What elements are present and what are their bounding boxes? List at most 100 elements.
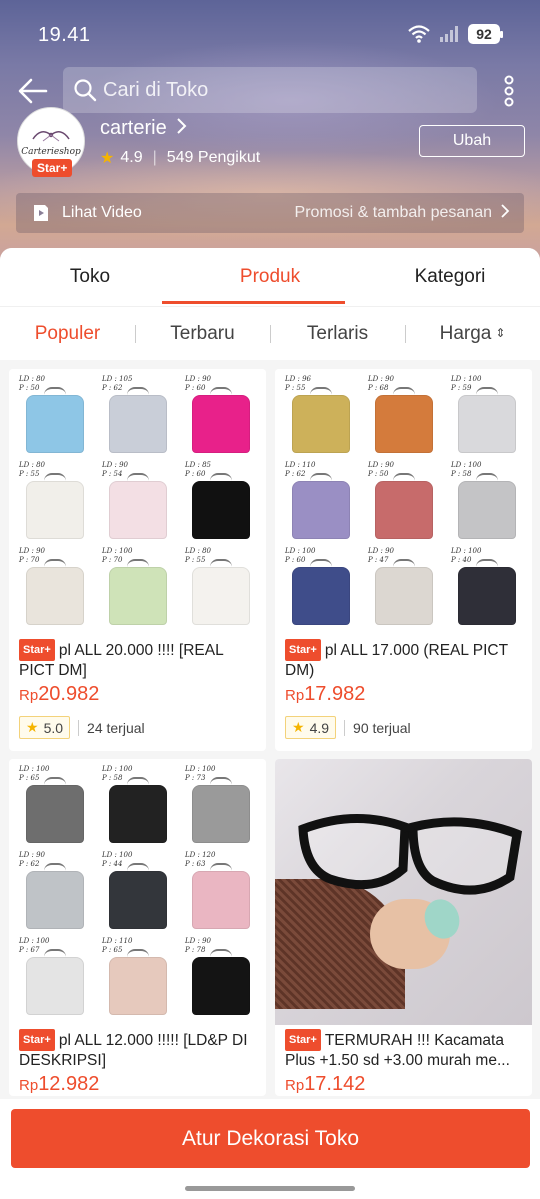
star-plus-badge: Star+ [285, 639, 321, 661]
garment [108, 481, 167, 539]
product-title: Star+ TERMURAH !!! Kacamata Plus +1.50 sd… [275, 1025, 532, 1069]
decorate-shop-button[interactable]: Atur Dekorasi Toko [11, 1109, 530, 1168]
hanger-icon [475, 387, 498, 395]
sort-terlaris[interactable]: Terlaris [270, 323, 405, 345]
meta-divider [344, 719, 346, 736]
hanger-icon [209, 949, 232, 957]
rating-star-icon: ★ [292, 719, 305, 735]
garment [191, 481, 250, 539]
garment [291, 481, 350, 539]
product-title: Star+ pl ALL 17.000 (REAL PICT DM) [275, 635, 532, 679]
status-icons: 92 [408, 24, 503, 44]
product-card[interactable]: LD : 96 P : 55 LD : 90 P : 68 LD : 100 P :… [275, 369, 532, 751]
hanger-icon [392, 473, 415, 481]
currency-label: Rp [285, 687, 305, 704]
product-meta: ★ 5.0 24 terjual [9, 706, 266, 751]
size-tag: LD : 85 P : 60 [185, 461, 211, 478]
hanger-icon [43, 777, 66, 785]
size-tag: LD : 90 P : 78 [185, 937, 211, 954]
product-card[interactable]: Star+ TERMURAH !!! Kacamata Plus +1.50 sd… [275, 759, 532, 1096]
back-arrow-icon[interactable] [16, 74, 50, 108]
clothing-thumbnail: LD : 100 P : 40 [445, 545, 528, 631]
product-price: Rp17.142 [275, 1069, 532, 1096]
clothing-thumbnail: LD : 80 P : 55 [179, 545, 262, 631]
shop-meta: ★ 4.9 | 549 Pengikut [100, 148, 260, 168]
battery-icon: 92 [468, 24, 503, 44]
size-tag: LD : 90 P : 68 [368, 375, 394, 392]
home-indicator[interactable] [185, 1186, 355, 1191]
tab-toko[interactable]: Toko [0, 248, 180, 306]
sort-populer[interactable]: Populer [0, 323, 135, 345]
star-plus-badge: Star+ [285, 1029, 321, 1051]
shop-logo-text: Carterieshop [21, 147, 81, 157]
hanger-icon [43, 949, 66, 957]
hanger-icon [126, 777, 149, 785]
garment [291, 395, 350, 453]
price-value: 20.982 [38, 683, 100, 705]
search-box[interactable] [63, 67, 477, 113]
garment [291, 567, 350, 625]
currency-label: Rp [285, 1077, 305, 1094]
garment [25, 567, 84, 625]
garment [108, 871, 167, 929]
garment [25, 871, 84, 929]
clothing-thumbnail: LD : 100 P : 65 [13, 763, 96, 849]
hanger-icon [126, 473, 149, 481]
garment [457, 481, 516, 539]
size-tag: LD : 80 P : 50 [19, 375, 45, 392]
search-input[interactable] [103, 78, 463, 102]
price-value: 17.142 [304, 1073, 366, 1095]
edit-shop-button[interactable]: Ubah [419, 125, 525, 157]
garment [108, 785, 167, 843]
video-icon [32, 204, 50, 222]
clothing-collage: LD : 100 P : 65 LD : 100 P : 58 LD : 100 P… [9, 759, 266, 1025]
glasses-icon [298, 813, 523, 895]
star-plus-badge: Star+ [19, 639, 55, 661]
garment [191, 871, 250, 929]
sort-arrows-icon: ⇕ [495, 326, 506, 341]
sort-terbaru[interactable]: Terbaru [135, 323, 270, 345]
garment [191, 957, 250, 1015]
hanger-icon [209, 387, 232, 395]
hanger-icon [209, 559, 232, 567]
sort-bar: Populer Terbaru Terlaris Harga ⇕ [0, 306, 540, 360]
rating-box: ★ 5.0 [19, 716, 71, 739]
clothing-thumbnail: LD : 100 P : 67 [13, 935, 96, 1021]
clothing-thumbnail: LD : 90 P : 50 [362, 459, 445, 545]
meta-divider: | [152, 149, 157, 166]
promo-text: Promosi & tambah pesanan [294, 204, 492, 221]
shop-rating: 4.9 [120, 149, 143, 166]
star-plus-badge: Star+ [32, 159, 73, 177]
garment [191, 395, 250, 453]
shop-logo-bow-icon [32, 131, 70, 142]
product-card[interactable]: LD : 100 P : 65 LD : 100 P : 58 LD : 100 P… [9, 759, 266, 1096]
sort-harga[interactable]: Harga ⇕ [405, 323, 540, 345]
glasses-photo [275, 759, 532, 1025]
product-card[interactable]: LD : 80 P : 50 LD : 105 P : 62 LD : 90 P :… [9, 369, 266, 751]
garment [108, 567, 167, 625]
garment [191, 567, 250, 625]
shop-name: carterie [100, 117, 167, 139]
clothing-thumbnail: LD : 96 P : 55 [279, 373, 362, 459]
clothing-collage: LD : 96 P : 55 LD : 90 P : 68 LD : 100 P :… [275, 369, 532, 635]
product-image: LD : 80 P : 50 LD : 105 P : 62 LD : 90 P :… [9, 369, 266, 635]
shop-name-row[interactable]: carterie [100, 117, 187, 140]
video-bar[interactable]: Lihat Video Promosi & tambah pesanan [16, 193, 524, 233]
sort-harga-label: Harga [439, 322, 492, 344]
clothing-thumbnail: LD : 90 P : 70 [13, 545, 96, 631]
clothing-thumbnail: LD : 80 P : 50 [13, 373, 96, 459]
hanger-icon [209, 473, 232, 481]
more-options-icon[interactable] [498, 74, 520, 108]
clothing-thumbnail: LD : 100 P : 44 [96, 849, 179, 935]
tab-kategori[interactable]: Kategori [360, 248, 540, 306]
tab-produk[interactable]: Produk [180, 248, 360, 306]
clothing-thumbnail: LD : 90 P : 47 [362, 545, 445, 631]
hanger-icon [475, 559, 498, 567]
status-time: 19.41 [38, 24, 91, 46]
hanger-icon [392, 387, 415, 395]
search-icon [73, 78, 97, 102]
star-plus-badge: Star+ [19, 1029, 55, 1051]
hanger-icon [392, 559, 415, 567]
garment [108, 957, 167, 1015]
clothing-thumbnail: LD : 85 P : 60 [179, 459, 262, 545]
